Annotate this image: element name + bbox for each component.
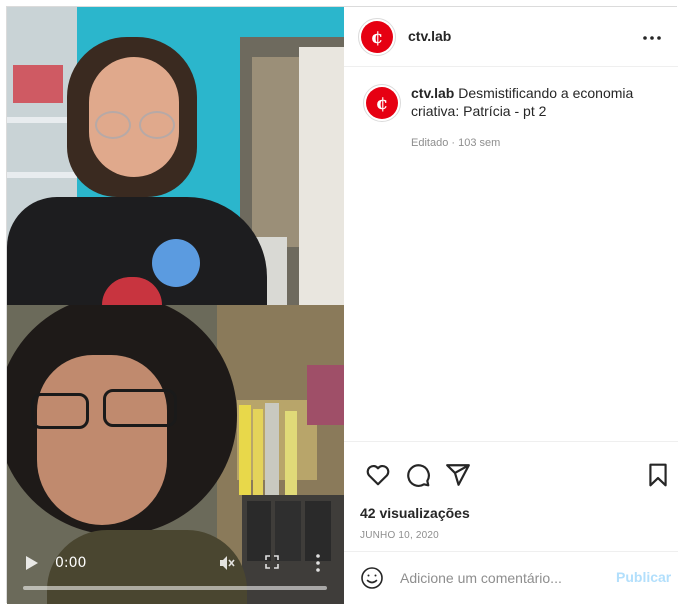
account-username[interactable]: ctv.lab — [408, 28, 451, 44]
video-player[interactable]: 0:00 — [7, 7, 344, 604]
video-progress-bar[interactable] — [23, 586, 327, 590]
heart-icon[interactable] — [365, 462, 391, 488]
comment-input[interactable] — [400, 566, 600, 590]
video-controls: 0:00 — [7, 537, 344, 604]
avatar[interactable]: ¢ — [358, 18, 396, 56]
play-icon[interactable] — [25, 555, 39, 571]
publish-button[interactable]: Publicar — [616, 569, 671, 585]
post-header: ¢ ctv.lab — [344, 7, 678, 67]
post-frame: 0:00 ¢ ctv.lab ¢ ctv.lab Desmistificando… — [6, 6, 678, 604]
bookmark-icon[interactable] — [645, 462, 671, 488]
caption-avatar[interactable]: ¢ — [363, 84, 401, 122]
video-more-icon[interactable] — [315, 553, 321, 573]
caption-username[interactable]: ctv.lab — [411, 85, 454, 101]
emoji-icon[interactable] — [360, 566, 384, 590]
muted-speaker-icon[interactable] — [218, 554, 236, 572]
caption-meta: Editado · 103 sem — [411, 137, 501, 149]
post-side-panel: ¢ ctv.lab ¢ ctv.lab Desmistificando a ec… — [344, 7, 678, 604]
post-date[interactable]: JUNHO 10, 2020 — [360, 530, 439, 541]
fullscreen-icon[interactable] — [265, 555, 279, 569]
comment-icon[interactable] — [405, 462, 431, 488]
share-icon[interactable] — [445, 462, 471, 488]
views-count[interactable]: 42 visualizações — [360, 505, 470, 521]
video-top-participant — [7, 7, 344, 305]
post-actions: 42 visualizações JUNHO 10, 2020 — [344, 441, 678, 551]
comment-bar: Publicar — [344, 551, 678, 604]
video-time: 0:00 — [55, 555, 87, 571]
post-caption: ctv.lab Desmistificando a economia criat… — [411, 84, 651, 120]
more-options-icon[interactable] — [640, 26, 664, 50]
